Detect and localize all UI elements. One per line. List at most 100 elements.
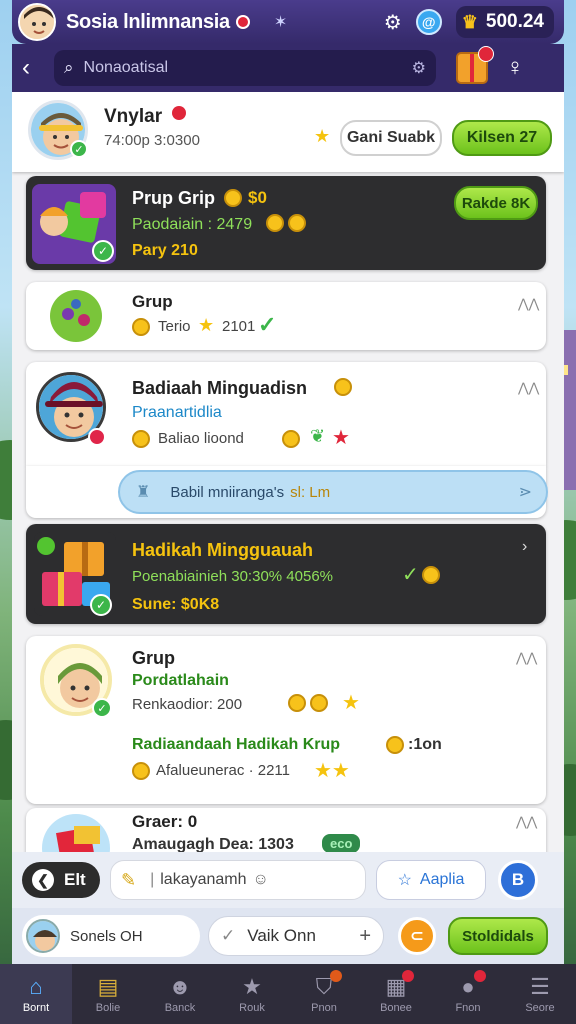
heart-icon	[172, 106, 186, 120]
settings-gear-icon[interactable]: ⚙	[384, 10, 402, 35]
item-thumbnail	[40, 812, 112, 852]
coin-balance[interactable]: ♛ 500.24	[455, 6, 554, 38]
banner-container: ♜ Babil mniiranga's sl: Lm ⋗	[26, 466, 548, 518]
apply-label: Aaplia	[419, 871, 465, 888]
banner-accent: sl: Lm	[290, 483, 331, 501]
feed-item[interactable]: ✓ Prup Grip $0 Paodaiain : 2479 Pary 210…	[26, 176, 546, 270]
more-icon[interactable]: ⋀⋀	[518, 296, 539, 312]
nav-item-chat[interactable]: ● Fnon	[432, 964, 504, 1024]
bottom-nav: ⌂ Bornt ▤ Bolie ☻ Banck ★ Rouk ⛉ Pnon ▦ …	[0, 964, 576, 1024]
verified-check-icon: ✓	[70, 140, 88, 158]
nav-label: Bornt	[22, 1002, 50, 1014]
more-icon[interactable]: ⋀⋀	[516, 814, 537, 830]
more-icon[interactable]: ⋀⋀	[518, 380, 539, 396]
primary-profile-button[interactable]: Kilsen 27	[452, 120, 552, 156]
feed-item[interactable]: Badiaah Minguadisn ⋀⋀ Praanartidlia Bali…	[26, 362, 546, 466]
feed-item-title: Badiaah Minguadisn	[132, 378, 308, 398]
verified-check-icon: ✓	[90, 594, 112, 616]
nav-item-shop[interactable]: ⛉ Pnon	[288, 964, 360, 1024]
nav-item-cards[interactable]: ▤ Bolie	[72, 964, 144, 1024]
chevron-right-icon[interactable]: ›	[522, 538, 527, 556]
nav-badge	[474, 970, 486, 982]
back-arrow-icon[interactable]: ‹	[22, 54, 54, 82]
coin-icon	[224, 189, 242, 207]
feed-item[interactable]: Graer: 0 ⋀⋀ Amaugagh Dea: 1303 eco	[26, 808, 546, 852]
cards-icon: ▤	[97, 974, 119, 999]
search-row: ‹ ⌕ Nonaoatisal ⚙ ♀	[12, 44, 564, 92]
star-icon: ★	[342, 692, 360, 714]
nav-item-menu[interactable]: ☰ Seore	[504, 964, 576, 1024]
nav-item-star[interactable]: ★ Rouk	[216, 964, 288, 1024]
globe-icon[interactable]: @	[415, 9, 442, 35]
feed-item-amount: $0	[248, 188, 267, 207]
feed-panel: ✓ Vnylar 74:00p 3:0300 ★ Gani Suabk Kils…	[12, 92, 564, 852]
sparkle-icon: ✶	[273, 14, 288, 31]
edit-toggle[interactable]: ❮ Elt	[22, 862, 100, 898]
nav-item-home[interactable]: ⌂ Bornt	[0, 964, 72, 1024]
home-icon: ⌂	[29, 974, 43, 999]
round-action-button[interactable]: B	[498, 860, 538, 900]
camera-icon[interactable]: ⚙	[412, 58, 426, 78]
feed-item[interactable]: ✓ Grup ⋀⋀ Pordatlahain Renkaodior: 200 ★…	[26, 636, 546, 804]
plus-icon[interactable]: +	[359, 925, 371, 948]
chat-icon: ●	[461, 974, 475, 999]
user-avatar[interactable]	[18, 3, 56, 41]
feed-item-line3: Baliao lioond	[158, 430, 244, 447]
emoji-icon[interactable]: ☺	[253, 871, 269, 889]
toggle-label: Elt	[64, 870, 86, 889]
feed-item-line4b: :1on	[408, 736, 442, 753]
feed-item-line3: Renkaodior: 200	[132, 696, 243, 713]
user-chip[interactable]: Sonels OH	[22, 915, 200, 957]
profile-header: ✓ Vnylar 74:00p 3:0300 ★ Gani Suabk Kils…	[12, 92, 564, 172]
nav-label: Banck	[164, 1002, 196, 1014]
search-input-value: Nonaoatisal	[83, 59, 169, 76]
user-avatar	[26, 919, 60, 953]
nav-item-face[interactable]: ☻ Banck	[144, 964, 216, 1024]
feed-item-line2b: 2101	[222, 318, 256, 335]
coin-icon	[288, 694, 329, 712]
star-icon: ★	[198, 315, 215, 335]
coin-icon	[422, 566, 440, 584]
nav-item-map[interactable]: ▦ Bonee	[360, 964, 432, 1024]
coin-icon	[282, 430, 300, 448]
feed-item-title: Graer: 0	[132, 812, 198, 831]
feed-item-title: Grup	[132, 648, 175, 668]
coin-icon	[132, 430, 150, 448]
apply-button[interactable]: ☆ Aaplia	[376, 860, 486, 900]
feed-item[interactable]: Grup ⋀⋀ Terio ★ 2101 ✓	[26, 282, 546, 350]
people-icon[interactable]: ♀	[506, 54, 524, 82]
feed-item-line3: Sune: $0K8	[132, 596, 220, 613]
coin-icon	[132, 318, 150, 336]
composer-bar: ❮ Elt ✎ | lakayanamh ☺ ☆ Aaplia B	[12, 852, 564, 908]
nav-label: Bolie	[95, 1002, 121, 1014]
gift-icon[interactable]	[456, 46, 494, 84]
expand-icon: ⋗	[518, 484, 532, 501]
info-banner[interactable]: ♜ Babil mniiranga's sl: Lm ⋗	[118, 470, 548, 514]
feed-item-title: Grup	[132, 292, 173, 311]
orange-action-button[interactable]: ⊂	[398, 917, 436, 955]
coin-icon	[334, 378, 352, 396]
feed-item-subtitle: Praanartidlia	[132, 404, 222, 421]
feed-item[interactable]: ✓ Hadikah Mingguauah › Poenabiainieh 30:…	[26, 524, 546, 624]
more-icon[interactable]: ⋀⋀	[516, 650, 537, 666]
pencil-icon: ✎	[121, 869, 137, 890]
status-field[interactable]: ✓ Vaik Onn +	[208, 916, 384, 956]
feed-item-title: Hadikah Mingguauah	[132, 540, 314, 560]
search-input[interactable]: ⌕ Nonaoatisal ⚙	[54, 50, 436, 86]
badge-icon	[88, 428, 106, 446]
nav-label: Bonee	[380, 1002, 412, 1014]
star-icon: ★	[332, 427, 350, 449]
info-icon: ♜	[136, 484, 151, 501]
nav-badge	[402, 970, 414, 982]
feed-item-action-button[interactable]: Rakde 8K	[454, 186, 538, 220]
feed-item-line2: Poenabiainieh 30:30% 4056%	[132, 568, 333, 585]
status-field-value: Vaik Onn	[247, 926, 316, 945]
compose-input-value: lakayanamh	[160, 871, 247, 888]
secondary-profile-button[interactable]: Gani Suabk	[340, 120, 442, 156]
submit-button[interactable]: Stoldidals	[448, 917, 548, 955]
compose-input[interactable]: ✎ | lakayanamh ☺	[110, 860, 366, 900]
star-icon: ★	[314, 126, 331, 146]
app-title: Sosia lnlimnansia	[66, 10, 230, 33]
nav-label: Fnon	[455, 1002, 481, 1014]
check-circle-icon: ✓	[221, 926, 236, 945]
